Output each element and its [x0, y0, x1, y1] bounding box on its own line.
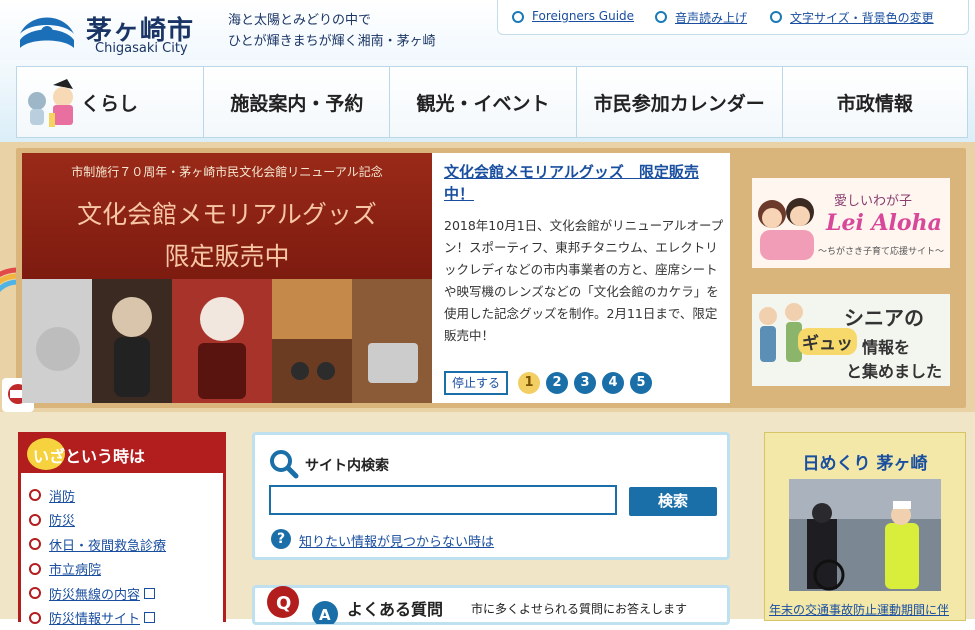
senior-line-3: 情報を [862, 334, 910, 358]
site-header: 茅ヶ崎市 Chigasaki City 海と太陽とみどりの中で ひとが輝きまちが… [0, 0, 975, 60]
bullet-icon [29, 538, 41, 550]
text-to-speech-link[interactable]: 音声読み上げ [675, 9, 747, 26]
emergency-list: 消防 防災 休日・夜間救急診療 市立病院 防災無線の内容 防災情報サイト [29, 483, 166, 630]
senior-line-4: と集めました [846, 358, 942, 382]
emergency-item-label: 消防 [49, 486, 75, 505]
bullet-icon [29, 587, 41, 599]
search-input[interactable] [269, 485, 617, 515]
nav-label: くらし [81, 89, 138, 116]
memorial-goods-photo [22, 279, 432, 403]
slider-page-4[interactable]: 4 [602, 372, 624, 394]
lei-aloha-banner[interactable]: 愛しいわが子 Lei Aloha ～ちがさき子育て応援サイト～ [752, 178, 950, 268]
qa-icon: Q A [263, 584, 343, 624]
nav-label: 観光・イベント [417, 89, 550, 116]
tagline-line-2: ひとが輝きまちが輝く湘南・茅ヶ崎 [228, 31, 436, 52]
emergency-item-fire[interactable]: 消防 [29, 483, 166, 508]
nav-item-tourism[interactable]: 観光・イベント [390, 67, 576, 137]
nav-item-city-info[interactable]: 市政情報 [783, 67, 967, 137]
emergency-panel: いざという時は 消防 防災 休日・夜間救急診療 市立病院 防災無線の内容 防災情… [18, 432, 226, 622]
himekuri-photo[interactable] [789, 479, 941, 591]
external-link-icon [144, 612, 155, 623]
emergency-item-disaster-site[interactable]: 防災情報サイト [29, 606, 166, 630]
city-tagline: 海と太陽とみどりの中で ひとが輝きまちが輝く湘南・茅ヶ崎 [228, 10, 436, 52]
bullet-icon [29, 489, 41, 501]
faq-panel[interactable]: Q A よくある質問 市に多くよせられる質問にお答えします [252, 585, 730, 625]
emergency-item-label: 防災情報サイト [49, 608, 140, 627]
slider-page-3[interactable]: 3 [574, 372, 596, 394]
senior-highlight: ギュッ [798, 328, 857, 355]
slide-banner: 市制施行７０周年・茅ヶ崎市民文化会館リニューアル記念 文化会館メモリアルグッズ … [22, 153, 432, 279]
lei-aloha-subtitle: ～ちがさき子育て応援サイト～ [818, 244, 944, 257]
foreigners-guide-link[interactable]: Foreigners Guide [532, 9, 634, 23]
himekuri-panel: 日めくり 茅ヶ崎 年末の交通事故防止運動期間に伴 [764, 432, 966, 621]
faq-description: 市に多くよせられる質問にお答えします [471, 600, 687, 617]
search-icon [269, 449, 299, 479]
city-name-en: Chigasaki City [95, 41, 188, 56]
slider-stop-button[interactable]: 停止する [444, 371, 508, 395]
emergency-title: いざという時は [33, 443, 145, 467]
emergency-item-disaster[interactable]: 防災 [29, 508, 166, 533]
search-button[interactable]: 検索 [629, 487, 717, 516]
lei-aloha-tagline: 愛しいわが子 [834, 190, 912, 209]
city-emblem-icon [16, 8, 78, 54]
emergency-item-label: 市立病院 [49, 559, 101, 578]
slider-controls: 停止する 1 2 3 4 5 [444, 371, 658, 395]
lei-aloha-title: Lei Aloha [826, 210, 942, 236]
slider-page-2[interactable]: 2 [546, 372, 568, 394]
nav-label: 市民参加カレンダー [594, 89, 765, 116]
emergency-item-label: 防災無線の内容 [49, 584, 140, 603]
bullet-icon [29, 514, 41, 526]
bullet-icon [512, 11, 524, 23]
mascot-icon [23, 73, 79, 131]
himekuri-title: 日めくり 茅ヶ崎 [765, 449, 965, 474]
site-search-panel: サイト内検索 検索 ? 知りたい情報が見つからない時は [252, 432, 730, 560]
emergency-item-radio[interactable]: 防災無線の内容 [29, 581, 166, 606]
bullet-icon [655, 11, 667, 23]
nav-item-kurashi[interactable]: くらし [17, 67, 204, 137]
nav-label: 施設案内・予約 [230, 89, 363, 116]
emergency-item-label: 休日・夜間救急診療 [49, 535, 166, 554]
emergency-header: いざという時は [21, 435, 223, 473]
bullet-icon [29, 612, 41, 624]
slide-image-subheading: 限定販売中 [22, 237, 432, 273]
feature-slider: 市制施行７０周年・茅ヶ崎市民文化会館リニューアル記念 文化会館メモリアルグッズ … [22, 153, 730, 403]
emergency-item-hospital[interactable]: 市立病院 [29, 557, 166, 582]
bullet-icon [29, 563, 41, 575]
senior-heading: シニアの [844, 302, 924, 331]
family-illustration-icon [752, 178, 822, 268]
himekuri-caption-link[interactable]: 年末の交通事故防止運動期間に伴 [769, 601, 949, 618]
slide-text: 文化会館メモリアルグッズ 限定販売中！ 2018年10月1日、文化会館がリニュー… [444, 161, 724, 347]
help-icon: ? [271, 529, 291, 549]
slider-page-5[interactable]: 5 [630, 372, 652, 394]
emergency-item-label: 防災 [49, 510, 75, 529]
global-nav: くらし 施設案内・予約 観光・イベント 市民参加カレンダー 市政情報 [16, 66, 968, 138]
slide-title-link[interactable]: 文化会館メモリアルグッズ 限定販売中！ [444, 161, 724, 205]
svg-text:Q: Q [276, 593, 291, 614]
nav-item-calendar[interactable]: 市民参加カレンダー [577, 67, 783, 137]
slide-image-caption: 市制施行７０周年・茅ヶ崎市民文化会館リニューアル記念 [22, 163, 432, 180]
bullet-icon [770, 11, 782, 23]
search-title: サイト内検索 [305, 455, 389, 475]
slide-image[interactable]: 市制施行７０周年・茅ヶ崎市民文化会館リニューアル記念 文化会館メモリアルグッズ … [22, 153, 432, 403]
tagline-line-1: 海と太陽とみどりの中で [228, 10, 436, 31]
senior-info-banner[interactable]: シニアの ギュッ 情報を と集めました [752, 294, 950, 386]
slide-body: 2018年10月1日、文化会館がリニューアルオープン！スポーティフ、東邦チタニウ… [444, 215, 724, 347]
external-link-icon [144, 588, 155, 599]
utility-links: Foreigners Guide 音声読み上げ 文字サイズ・背景色の変更 [497, 0, 969, 35]
emergency-item-clinic[interactable]: 休日・夜間救急診療 [29, 532, 166, 557]
nav-item-facilities[interactable]: 施設案内・予約 [204, 67, 390, 137]
search-help-link[interactable]: 知りたい情報が見つからない時は [299, 531, 494, 550]
nav-label: 市政情報 [837, 89, 913, 116]
slide-image-heading: 文化会館メモリアルグッズ [22, 195, 432, 231]
faq-title: よくある質問 [347, 596, 443, 620]
text-size-color-link[interactable]: 文字サイズ・背景色の変更 [790, 9, 934, 26]
slider-page-1[interactable]: 1 [518, 372, 540, 394]
svg-text:A: A [319, 606, 331, 624]
